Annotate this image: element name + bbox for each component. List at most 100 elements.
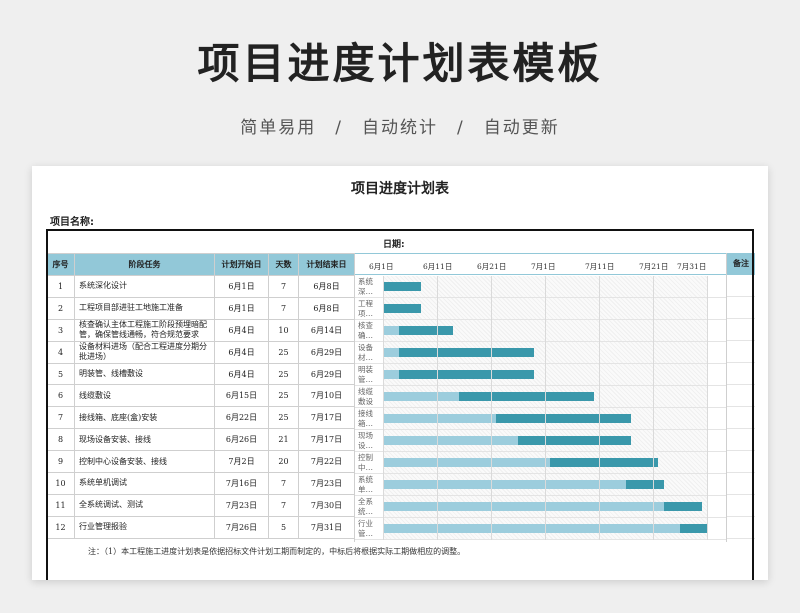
cell-days: 7 xyxy=(268,296,299,320)
gantt-row: 明装管… xyxy=(355,364,727,386)
gantt-row: 系统单… xyxy=(355,474,727,496)
gantt-duration-bar xyxy=(680,524,707,533)
cell-seq: 6 xyxy=(46,384,75,408)
cell-seq: 9 xyxy=(46,450,75,474)
header-end: 计划结束日 xyxy=(298,253,355,276)
cell-days: 21 xyxy=(268,428,299,452)
gantt-row-label: 设备材… xyxy=(358,343,373,362)
cell-task: 全系统调试、测试 xyxy=(74,493,215,517)
cell-end: 7月30日 xyxy=(298,493,355,517)
gantt-plan-bar xyxy=(383,370,400,379)
cell-start: 7月23日 xyxy=(214,493,269,517)
remark-cell xyxy=(727,473,755,495)
date-label: 日期: xyxy=(383,240,405,250)
cell-task: 明装管、线槽敷设 xyxy=(74,362,215,386)
cell-end: 7月17日 xyxy=(298,428,355,452)
cell-end: 6月29日 xyxy=(298,362,355,386)
cell-seq: 12 xyxy=(46,515,75,539)
timeline-tick-label: 7月1日 xyxy=(531,262,556,271)
header-days: 天数 xyxy=(268,253,299,276)
cell-seq: 3 xyxy=(46,318,75,342)
cell-days: 10 xyxy=(268,318,299,342)
gantt-duration-bar xyxy=(399,370,535,379)
remark-cell xyxy=(727,407,755,429)
table-row: 7 接线箱、底座(盒)安装 6月22日 25 7月17日 xyxy=(46,406,355,430)
gantt-row: 现场设… xyxy=(355,430,727,452)
gantt-row: 设备材… xyxy=(355,342,727,364)
cell-days: 7 xyxy=(268,493,299,517)
gantt-plan-bar xyxy=(383,414,497,423)
cell-task: 控制中心设备安装、接线 xyxy=(74,450,215,474)
table-row: 5 明装管、线槽敷设 6月4日 25 6月29日 xyxy=(46,362,355,386)
timeline-tick-label: 7月21日 xyxy=(639,262,669,271)
timeline-gridline xyxy=(707,276,708,540)
gantt-row: 核查确… xyxy=(355,320,727,342)
remark-cell xyxy=(727,297,755,319)
cell-task: 核查确认主体工程施工阶段预埋暗配管，确保管线通畅，符合规范要求 xyxy=(74,318,215,342)
cell-seq: 5 xyxy=(46,362,75,386)
cell-start: 7月16日 xyxy=(214,472,269,495)
hero-subtitle: 简单易用 / 自动统计 / 自动更新 xyxy=(240,118,560,138)
cell-task: 行业管理报验 xyxy=(74,515,215,539)
table-border-right xyxy=(752,253,754,580)
cell-end: 7月10日 xyxy=(298,384,355,408)
cell-days: 25 xyxy=(268,340,299,364)
cell-days: 25 xyxy=(268,384,299,408)
cell-end: 7月17日 xyxy=(298,406,355,430)
cell-seq: 1 xyxy=(46,275,75,298)
cell-end: 6月29日 xyxy=(298,340,355,364)
timeline-tick-label: 7月31日 xyxy=(677,262,707,271)
cell-start: 6月4日 xyxy=(214,318,269,342)
cell-seq: 2 xyxy=(46,296,75,320)
timeline-tick-label: 6月21日 xyxy=(477,262,507,271)
cell-start: 6月1日 xyxy=(214,296,269,320)
gantt-plan-bar xyxy=(383,480,626,489)
cell-seq: 8 xyxy=(46,428,75,452)
gantt-row-label: 核查确… xyxy=(358,321,373,340)
cell-days: 7 xyxy=(268,472,299,495)
gantt-row: 系统深… xyxy=(355,276,727,298)
cell-days: 25 xyxy=(268,362,299,386)
header-seq: 序号 xyxy=(46,253,75,276)
remark-cell xyxy=(727,517,755,539)
cell-end: 6月8日 xyxy=(298,296,355,320)
gantt-row-label: 系统单… xyxy=(358,475,373,494)
remark-cell xyxy=(727,275,755,297)
gantt-plan-bar xyxy=(383,348,400,357)
gantt-plan-bar xyxy=(383,326,400,335)
timeline-gridline xyxy=(545,276,546,540)
cell-start: 6月26日 xyxy=(214,428,269,452)
cell-task: 线缆敷设 xyxy=(74,384,215,408)
gantt-row-label: 现场设… xyxy=(358,431,373,450)
gantt-duration-bar xyxy=(399,348,535,357)
cell-end: 7月22日 xyxy=(298,450,355,474)
table-border-left xyxy=(46,253,48,580)
gantt-plan-bar xyxy=(383,524,680,533)
table-row: 12 行业管理报验 7月26日 5 7月31日 xyxy=(46,515,355,539)
table-row: 1 系统深化设计 6月1日 7 6月8日 xyxy=(46,275,355,298)
gantt-duration-bar xyxy=(518,436,632,445)
gantt-row-label: 行业管… xyxy=(358,519,373,538)
gantt-duration-bar xyxy=(496,414,632,423)
cell-start: 6月15日 xyxy=(214,384,269,408)
cell-task: 设备材料进场（配合工程进度分期分批进场） xyxy=(74,340,215,364)
timeline-gridline xyxy=(437,276,438,540)
remark-cell xyxy=(727,451,755,473)
cell-seq: 10 xyxy=(46,472,75,495)
remark-cell xyxy=(727,495,755,517)
gantt-duration-bar xyxy=(550,458,659,467)
timeline-gridline xyxy=(599,276,600,540)
cell-start: 6月1日 xyxy=(214,275,269,298)
gantt-duration-bar xyxy=(458,392,594,401)
table-row: 9 控制中心设备安装、接线 7月2日 20 7月22日 xyxy=(46,450,355,474)
header-remark: 备注 xyxy=(727,253,755,275)
spreadsheet-preview: 项目进度计划表 项目名称: 日期: 序号 阶段任务 计划开始日 天数 计划结束日… xyxy=(32,166,768,580)
gantt-plan-bar xyxy=(383,458,551,467)
gantt-duration-bar xyxy=(626,480,664,489)
gantt-timeline-header: 6月1日 6月11日 6月21日 7月1日 7月11日 7月21日 7月31日 xyxy=(355,253,727,275)
table-row: 10 系统单机调试 7月16日 7 7月23日 xyxy=(46,472,355,495)
timeline-gridline xyxy=(653,276,654,540)
cell-start: 6月22日 xyxy=(214,406,269,430)
cell-task: 现场设备安装、接线 xyxy=(74,428,215,452)
cell-end: 6月8日 xyxy=(298,275,355,298)
